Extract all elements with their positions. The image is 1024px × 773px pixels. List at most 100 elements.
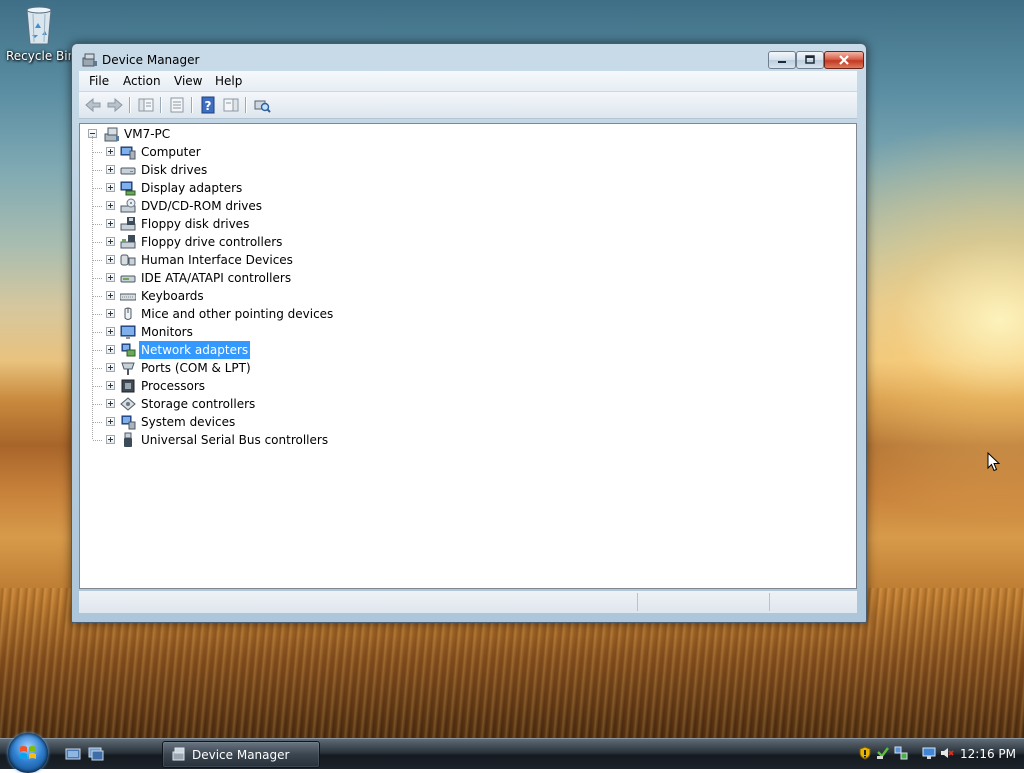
tree-root-label: VM7-PC xyxy=(124,127,171,141)
expand-toggle[interactable] xyxy=(106,273,115,282)
status-pane xyxy=(637,593,768,611)
tree-item-label: Monitors xyxy=(141,325,193,339)
tree-item[interactable]: Universal Serial Bus controllers xyxy=(106,431,506,449)
tree-item-label: Floppy drive controllers xyxy=(141,235,283,249)
expand-toggle[interactable] xyxy=(106,435,115,444)
hid-icon xyxy=(120,254,136,266)
window-title: Device Manager xyxy=(102,53,200,67)
tree-item-label: Disk drives xyxy=(141,163,208,177)
storage-controller-icon xyxy=(120,397,136,411)
menu-help[interactable]: Help xyxy=(215,74,242,88)
show-desktop-icon[interactable] xyxy=(65,747,81,761)
port-icon xyxy=(121,362,135,375)
tree-item-label: Network adapters xyxy=(137,340,252,360)
display-icon[interactable] xyxy=(922,746,936,760)
expand-toggle[interactable] xyxy=(106,417,115,426)
properties-icon[interactable] xyxy=(168,96,186,114)
help-icon[interactable]: ? xyxy=(199,96,217,114)
back-icon[interactable] xyxy=(84,96,102,114)
security-shield-icon[interactable] xyxy=(858,746,872,760)
tree-item[interactable]: Disk drives xyxy=(106,161,506,179)
forward-icon[interactable] xyxy=(106,96,124,114)
toolbar-separator xyxy=(129,97,131,113)
tree-item[interactable]: Floppy drive controllers xyxy=(106,233,506,251)
svg-text:?: ? xyxy=(205,99,212,113)
tree-item[interactable]: Human Interface Devices xyxy=(106,251,506,269)
usb-icon xyxy=(124,432,132,447)
tree-item[interactable]: Display adapters xyxy=(106,179,506,197)
maximize-button[interactable] xyxy=(796,51,824,69)
tree-item[interactable]: Computer xyxy=(106,143,506,161)
disk-drive-icon xyxy=(120,167,136,175)
tree-item-label: Floppy disk drives xyxy=(141,217,250,231)
expand-toggle[interactable] xyxy=(106,255,115,264)
floppy-controller-icon xyxy=(120,235,136,249)
close-button[interactable] xyxy=(824,51,864,69)
expand-toggle[interactable] xyxy=(106,219,115,228)
tree-item-label: Computer xyxy=(141,145,201,159)
tree-item[interactable]: Storage controllers xyxy=(106,395,506,413)
tree-item[interactable]: Ports (COM & LPT) xyxy=(106,359,506,377)
tree-item-label: Universal Serial Bus controllers xyxy=(141,433,329,447)
tree-item[interactable]: Floppy disk drives xyxy=(106,215,506,233)
tree-item-label: Storage controllers xyxy=(141,397,256,411)
dvd-drive-icon xyxy=(120,198,136,213)
expand-toggle[interactable] xyxy=(106,183,115,192)
expand-toggle[interactable] xyxy=(106,165,115,174)
action-pane-icon[interactable] xyxy=(222,96,240,114)
mouse-cursor-icon xyxy=(987,452,1000,472)
expand-toggle[interactable] xyxy=(106,147,115,156)
menu-view[interactable]: View xyxy=(174,74,202,88)
recycle-bin-label: Recycle Bin xyxy=(6,49,76,63)
tree-item[interactable]: Monitors xyxy=(106,323,506,341)
device-manager-window: Device Manager File Action View Help ? V… xyxy=(71,43,867,623)
tree-item[interactable]: Processors xyxy=(106,377,506,395)
floppy-drive-icon xyxy=(120,217,136,231)
start-button[interactable] xyxy=(8,733,48,773)
tree-item[interactable]: System devices xyxy=(106,413,506,431)
device-manager-icon xyxy=(82,53,97,67)
toolbar-separator xyxy=(191,97,193,113)
windows-update-icon[interactable] xyxy=(876,746,890,760)
menu-bar: File Action View Help xyxy=(79,71,857,91)
device-tree: VM7-PC Computer Disk drives Display adapte… xyxy=(79,123,857,589)
menu-file[interactable]: File xyxy=(89,74,109,88)
ide-controller-icon xyxy=(120,275,136,283)
network-adapter-icon xyxy=(121,343,136,357)
expand-toggle[interactable] xyxy=(106,363,115,372)
toolbar-separator xyxy=(160,97,162,113)
tree-item-label: Human Interface Devices xyxy=(141,253,293,267)
minimize-button[interactable] xyxy=(768,51,796,69)
expand-toggle[interactable] xyxy=(106,201,115,210)
scan-hardware-icon[interactable] xyxy=(253,96,271,114)
expand-toggle[interactable] xyxy=(106,345,115,354)
keyboard-icon xyxy=(120,293,136,301)
expand-toggle[interactable] xyxy=(106,327,115,336)
switch-windows-icon[interactable] xyxy=(88,747,104,761)
volume-muted-icon[interactable] xyxy=(940,746,954,760)
console-tree-icon[interactable] xyxy=(137,96,155,114)
tree-item[interactable]: IDE ATA/ATAPI controllers xyxy=(106,269,506,287)
tree-item[interactable]: DVD/CD-ROM drives xyxy=(106,197,506,215)
tree-item[interactable]: Mice and other pointing devices xyxy=(106,305,506,323)
network-icon[interactable] xyxy=(894,746,908,760)
recycle-bin[interactable]: Recycle Bin xyxy=(6,2,76,63)
toolbar: ? xyxy=(79,92,857,119)
expand-toggle[interactable] xyxy=(106,291,115,300)
monitor-icon xyxy=(120,325,136,339)
tree-root[interactable]: VM7-PC xyxy=(88,125,388,143)
clock[interactable]: 12:16 PM xyxy=(960,747,1016,761)
tree-item[interactable]: Network adapters xyxy=(106,340,506,360)
device-manager-icon xyxy=(172,747,185,761)
taskbar-button-device-manager[interactable]: Device Manager xyxy=(162,741,320,768)
expand-toggle[interactable] xyxy=(106,309,115,318)
system-devices-icon xyxy=(121,415,136,430)
recycle-bin-icon xyxy=(26,6,52,45)
tree-item-label: Ports (COM & LPT) xyxy=(141,361,251,375)
taskbar-button-label: Device Manager xyxy=(192,748,290,762)
expand-toggle[interactable] xyxy=(106,381,115,390)
menu-action[interactable]: Action xyxy=(123,74,161,88)
expand-toggle[interactable] xyxy=(106,237,115,246)
tree-item[interactable]: Keyboards xyxy=(106,287,506,305)
expand-toggle[interactable] xyxy=(106,399,115,408)
